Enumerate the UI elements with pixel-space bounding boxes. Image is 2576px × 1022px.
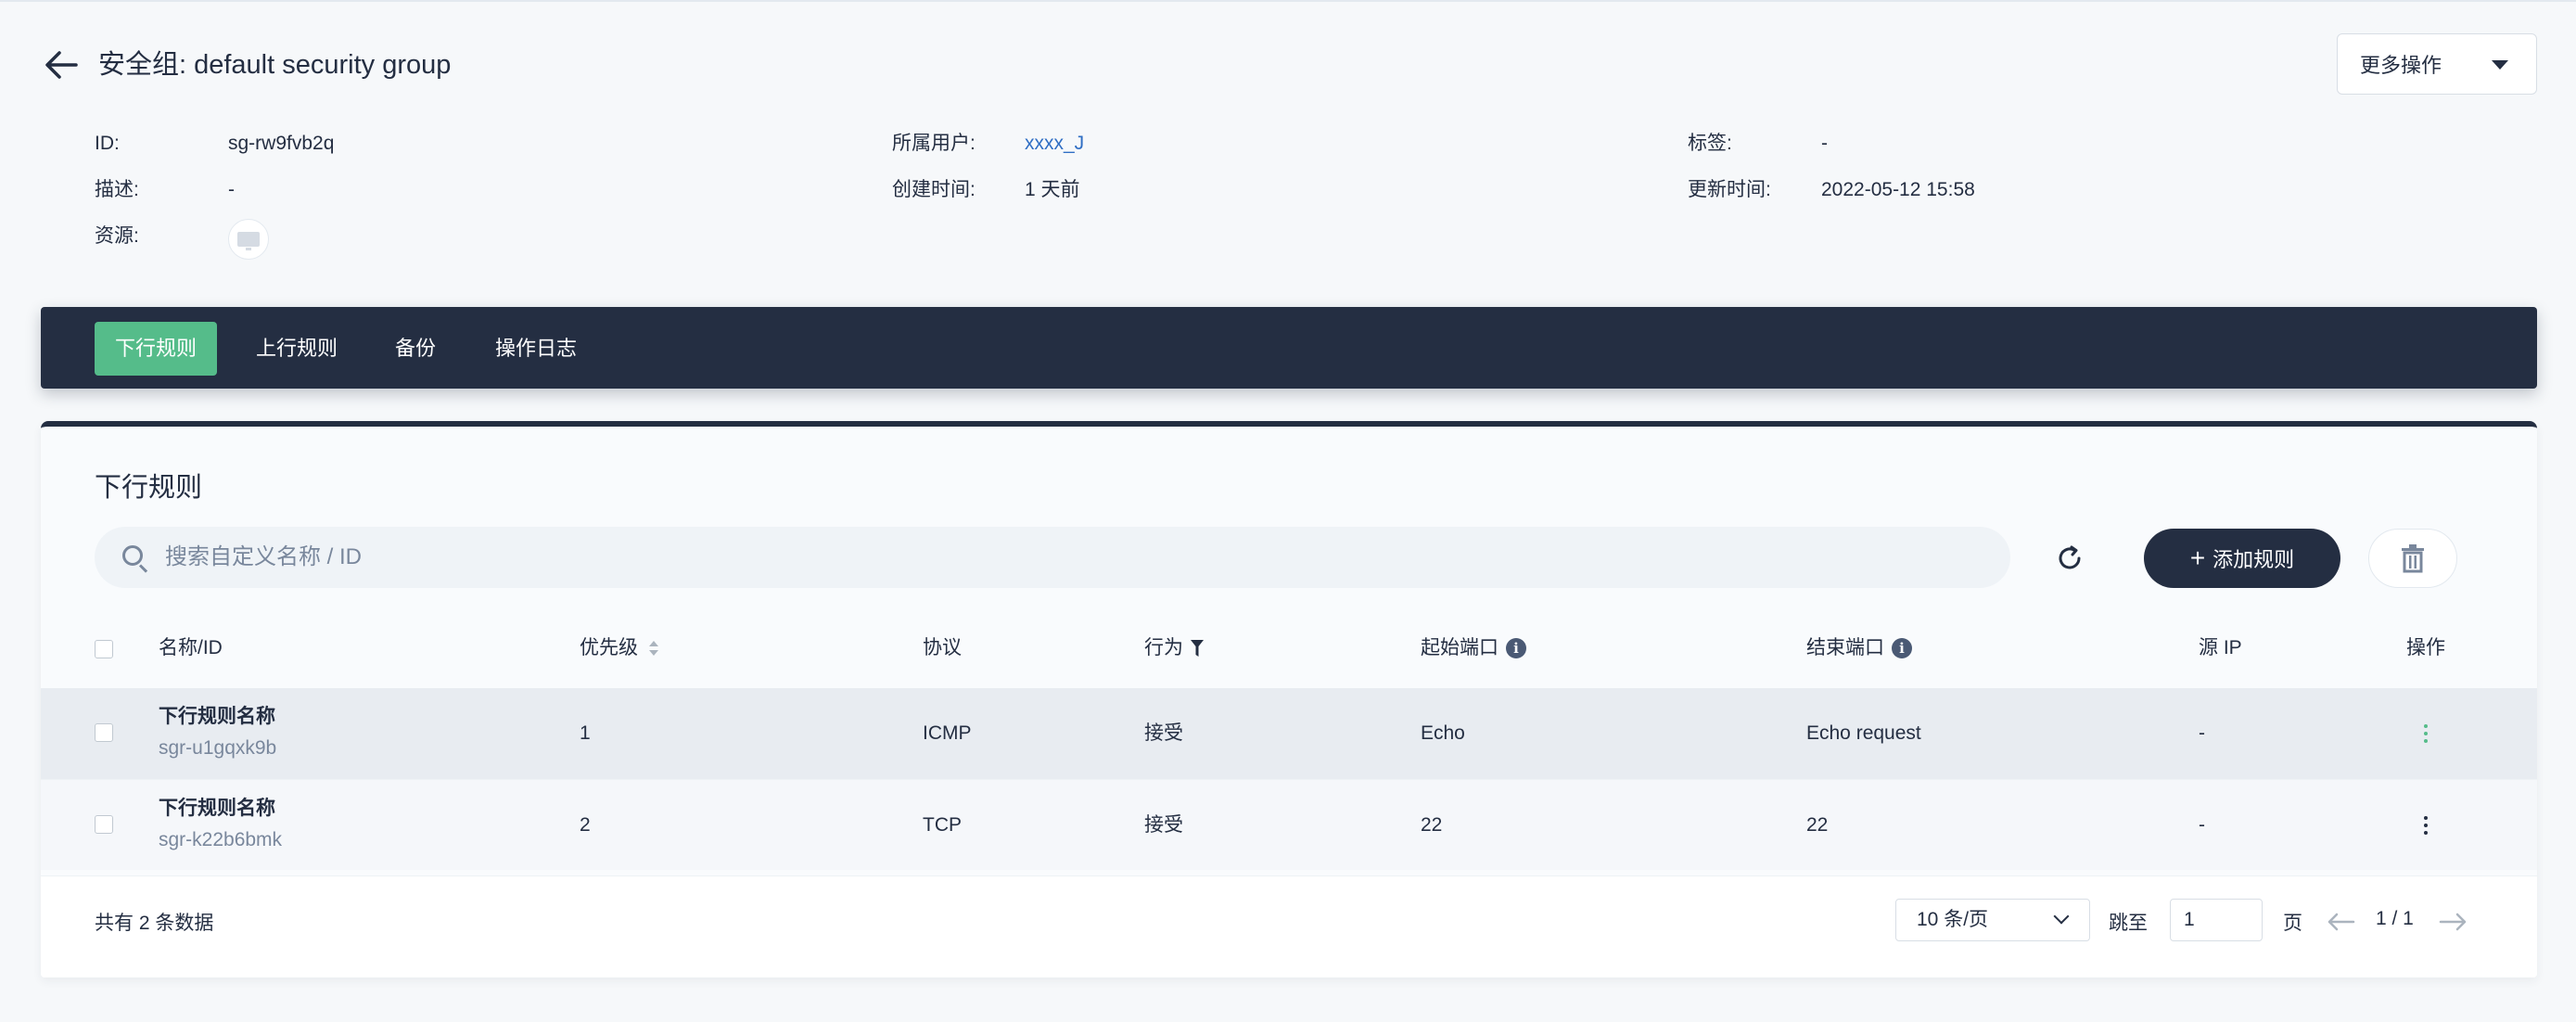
search-input[interactable] bbox=[165, 527, 1983, 588]
column-header-name: 名称/ID bbox=[159, 637, 223, 658]
search-bar bbox=[95, 527, 2010, 588]
column-header-action[interactable]: 行为 bbox=[1144, 634, 1205, 662]
column-header-source-ip: 源 IP bbox=[2199, 637, 2242, 658]
back-arrow-icon[interactable] bbox=[41, 46, 82, 83]
plus-icon: + bbox=[2189, 543, 2206, 572]
more-actions-label: 更多操作 bbox=[2360, 54, 2442, 77]
more-vertical-icon[interactable] bbox=[2415, 811, 2437, 839]
panel-title: 下行规则 bbox=[95, 473, 203, 503]
page-jump-input[interactable] bbox=[2170, 899, 2263, 941]
info-icon[interactable]: i bbox=[1892, 638, 1912, 658]
rule-id: sgr-u1gqxk9b bbox=[159, 737, 277, 759]
row-checkbox[interactable] bbox=[95, 723, 113, 742]
trash-icon bbox=[2402, 544, 2424, 573]
description-label: 描述: bbox=[95, 179, 139, 200]
add-rule-button[interactable]: + 添加规则 bbox=[2144, 529, 2340, 588]
delete-button[interactable] bbox=[2368, 529, 2457, 588]
page-unit-label: 页 bbox=[2283, 913, 2302, 934]
total-count: 共有 2 条数据 bbox=[95, 913, 214, 934]
rule-name[interactable]: 下行规则名称 bbox=[159, 795, 275, 823]
refresh-icon[interactable] bbox=[2051, 540, 2088, 577]
protocol-cell: TCP bbox=[923, 814, 962, 836]
top-border bbox=[0, 0, 2576, 2]
id-label: ID: bbox=[95, 133, 120, 154]
filter-icon[interactable] bbox=[1189, 638, 1205, 658]
action-cell: 接受 bbox=[1144, 814, 1183, 836]
owner-link[interactable]: xxxx_J bbox=[1025, 130, 1084, 158]
updated-time-value: 2022-05-12 15:58 bbox=[1821, 179, 1975, 200]
column-header-start-port: 起始端口 i bbox=[1421, 634, 1526, 662]
end-port-cell: 22 bbox=[1806, 814, 1829, 836]
column-header-action-label: 行为 bbox=[1144, 637, 1183, 658]
page-indicator: 1 / 1 bbox=[2376, 908, 2414, 929]
table-row[interactable]: 下行规则名称 sgr-u1gqxk9b 1 ICMP 接受 Echo Echo … bbox=[41, 688, 2537, 779]
source-ip-cell: - bbox=[2199, 814, 2205, 836]
chevron-down-icon bbox=[2053, 908, 2070, 925]
column-header-operations: 操作 bbox=[2406, 637, 2445, 658]
rule-id: sgr-k22b6bmk bbox=[159, 829, 283, 850]
page-size-select[interactable]: 10 条/页 bbox=[1895, 899, 2090, 941]
source-ip-cell: - bbox=[2199, 722, 2205, 744]
priority-cell: 1 bbox=[580, 722, 591, 744]
column-header-start-port-label: 起始端口 bbox=[1421, 637, 1498, 658]
updated-time-label: 更新时间: bbox=[1688, 179, 1771, 200]
description-value: - bbox=[228, 179, 235, 200]
start-port-cell: 22 bbox=[1421, 814, 1443, 836]
tab-egress-rules[interactable]: 下行规则 bbox=[95, 322, 218, 376]
next-page-icon[interactable] bbox=[2437, 908, 2470, 936]
created-time-value: 1 天前 bbox=[1025, 179, 1080, 200]
column-header-end-port: 结束端口 i bbox=[1806, 634, 1912, 662]
tags-value: - bbox=[1821, 133, 1828, 154]
column-header-protocol: 协议 bbox=[923, 637, 962, 658]
page-size-value: 10 条/页 bbox=[1917, 909, 1989, 930]
owner-label: 所属用户: bbox=[892, 133, 976, 154]
tab-bar: 下行规则 上行规则 备份 操作日志 bbox=[41, 307, 2537, 389]
priority-cell: 2 bbox=[580, 814, 591, 836]
more-actions-dropdown[interactable]: 更多操作 bbox=[2337, 33, 2537, 95]
created-time-label: 创建时间: bbox=[892, 179, 976, 200]
more-vertical-icon[interactable] bbox=[2415, 720, 2437, 747]
tab-ingress-rules[interactable]: 上行规则 bbox=[236, 322, 358, 376]
tags-label: 标签: bbox=[1688, 133, 1732, 154]
end-port-cell: Echo request bbox=[1806, 722, 1921, 744]
prev-page-icon[interactable] bbox=[2324, 908, 2357, 936]
row-checkbox[interactable] bbox=[95, 815, 113, 834]
rules-panel: 下行规则 + 添加规则 名称/ID 优先级 协议 行为 bbox=[41, 421, 2537, 977]
caret-down-icon bbox=[2492, 60, 2508, 70]
tab-backup[interactable]: 备份 bbox=[375, 322, 456, 376]
info-icon[interactable]: i bbox=[1506, 638, 1526, 658]
resource-monitor-icon[interactable] bbox=[228, 219, 269, 260]
protocol-cell: ICMP bbox=[923, 722, 972, 744]
jump-label: 跳至 bbox=[2109, 913, 2148, 934]
column-header-end-port-label: 结束端口 bbox=[1806, 637, 1884, 658]
rule-name[interactable]: 下行规则名称 bbox=[159, 703, 275, 731]
id-value: sg-rw9fvb2q bbox=[228, 133, 335, 154]
action-cell: 接受 bbox=[1144, 722, 1183, 744]
search-icon bbox=[122, 545, 143, 566]
sort-icon[interactable] bbox=[647, 639, 660, 658]
tab-operation-log[interactable]: 操作日志 bbox=[475, 322, 597, 376]
column-header-priority-label: 优先级 bbox=[580, 637, 638, 658]
table-row[interactable]: 下行规则名称 sgr-k22b6bmk 2 TCP 接受 22 22 - bbox=[41, 779, 2537, 870]
add-rule-label: 添加规则 bbox=[2213, 548, 2295, 571]
start-port-cell: Echo bbox=[1421, 722, 1465, 744]
select-all-checkbox[interactable] bbox=[95, 640, 113, 658]
pagination-footer: 共有 2 条数据 10 条/页 跳至 页 1 / 1 bbox=[41, 875, 2537, 977]
column-header-priority[interactable]: 优先级 bbox=[580, 634, 660, 662]
page-title: 安全组: default security group bbox=[98, 50, 452, 80]
resource-label: 资源: bbox=[95, 225, 139, 247]
